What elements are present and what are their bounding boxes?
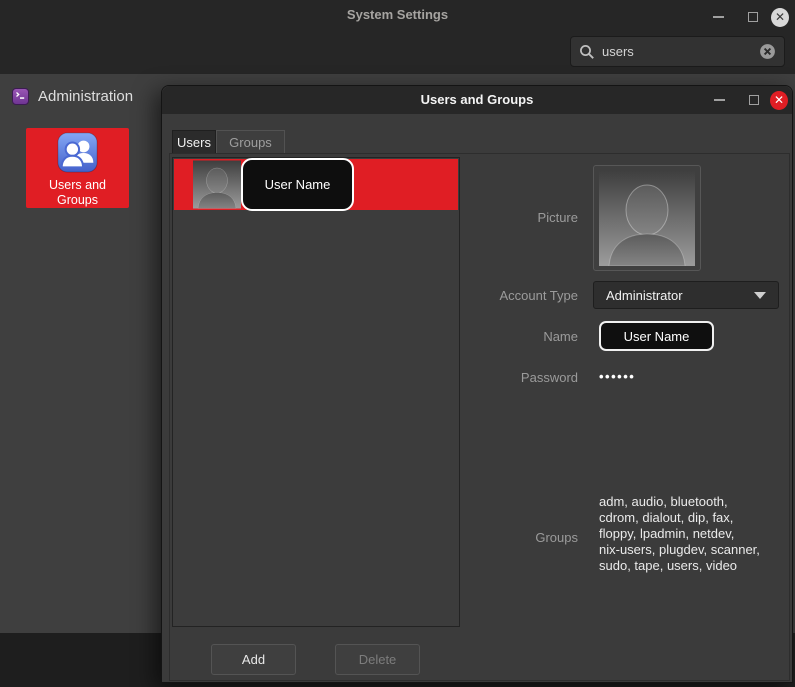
administration-icon — [12, 88, 29, 105]
delete-button-label: Delete — [359, 652, 397, 667]
window-title: System Settings — [0, 7, 795, 22]
delete-button[interactable]: Delete — [335, 644, 420, 675]
password-label: Password — [448, 370, 578, 385]
users-and-groups-dialog: Users and Groups ✕ Users Groups — [161, 85, 793, 683]
picture-label: Picture — [448, 210, 578, 225]
clear-search-icon[interactable] — [759, 43, 776, 60]
section-label: Administration — [38, 88, 133, 105]
tile-label: Users and Groups — [35, 178, 121, 208]
dialog-title: Users and Groups — [162, 92, 792, 107]
close-icon: ✕ — [770, 91, 788, 110]
tab-groups-label: Groups — [229, 135, 272, 150]
user-row[interactable]: User Name — [174, 159, 458, 210]
groups-label: Groups — [448, 530, 578, 545]
user-row-name-button[interactable]: User Name — [241, 158, 354, 211]
dialog-minimize-button[interactable] — [710, 91, 728, 109]
name-value: User Name — [624, 329, 690, 344]
dialog-maximize-button[interactable] — [745, 91, 763, 109]
dialog-titlebar: Users and Groups ✕ — [162, 86, 792, 114]
module-tile-users-and-groups[interactable]: Users and Groups — [26, 128, 129, 208]
tab-users-label: Users — [177, 135, 211, 150]
desktop: System Settings ✕ — [0, 0, 795, 687]
close-button[interactable]: ✕ — [771, 8, 789, 26]
search-icon — [579, 44, 595, 60]
tab-users[interactable]: Users — [172, 130, 216, 154]
user-avatar — [193, 160, 241, 209]
account-type-label: Account Type — [448, 288, 578, 303]
minimize-icon — [713, 16, 724, 18]
password-value[interactable]: •••••• — [599, 369, 635, 384]
section-header-administration: Administration — [12, 88, 133, 105]
maximize-button[interactable] — [744, 8, 762, 26]
add-button[interactable]: Add — [211, 644, 296, 675]
account-type-value: Administrator — [606, 288, 754, 303]
picture-button[interactable] — [593, 165, 701, 271]
maximize-icon — [748, 12, 758, 22]
search-box[interactable] — [570, 36, 785, 67]
user-list[interactable]: User Name — [172, 157, 460, 627]
minimize-icon — [714, 99, 725, 101]
minimize-button[interactable] — [709, 8, 727, 26]
tab-groups[interactable]: Groups — [216, 130, 285, 154]
groups-value[interactable]: adm, audio, bluetooth, cdrom, dialout, d… — [599, 494, 795, 574]
close-icon: ✕ — [771, 8, 789, 27]
name-button[interactable]: User Name — [599, 321, 714, 351]
search-input[interactable] — [602, 44, 759, 59]
users-groups-icon — [57, 132, 98, 173]
add-button-label: Add — [242, 652, 265, 667]
maximize-icon — [749, 95, 759, 105]
name-label: Name — [448, 329, 578, 344]
settings-titlebar: System Settings ✕ — [0, 0, 795, 74]
picture-avatar — [599, 170, 695, 266]
chevron-down-icon — [754, 292, 766, 299]
dialog-close-button[interactable]: ✕ — [770, 91, 788, 109]
user-row-name-label: User Name — [265, 177, 331, 192]
account-type-dropdown[interactable]: Administrator — [593, 281, 779, 309]
